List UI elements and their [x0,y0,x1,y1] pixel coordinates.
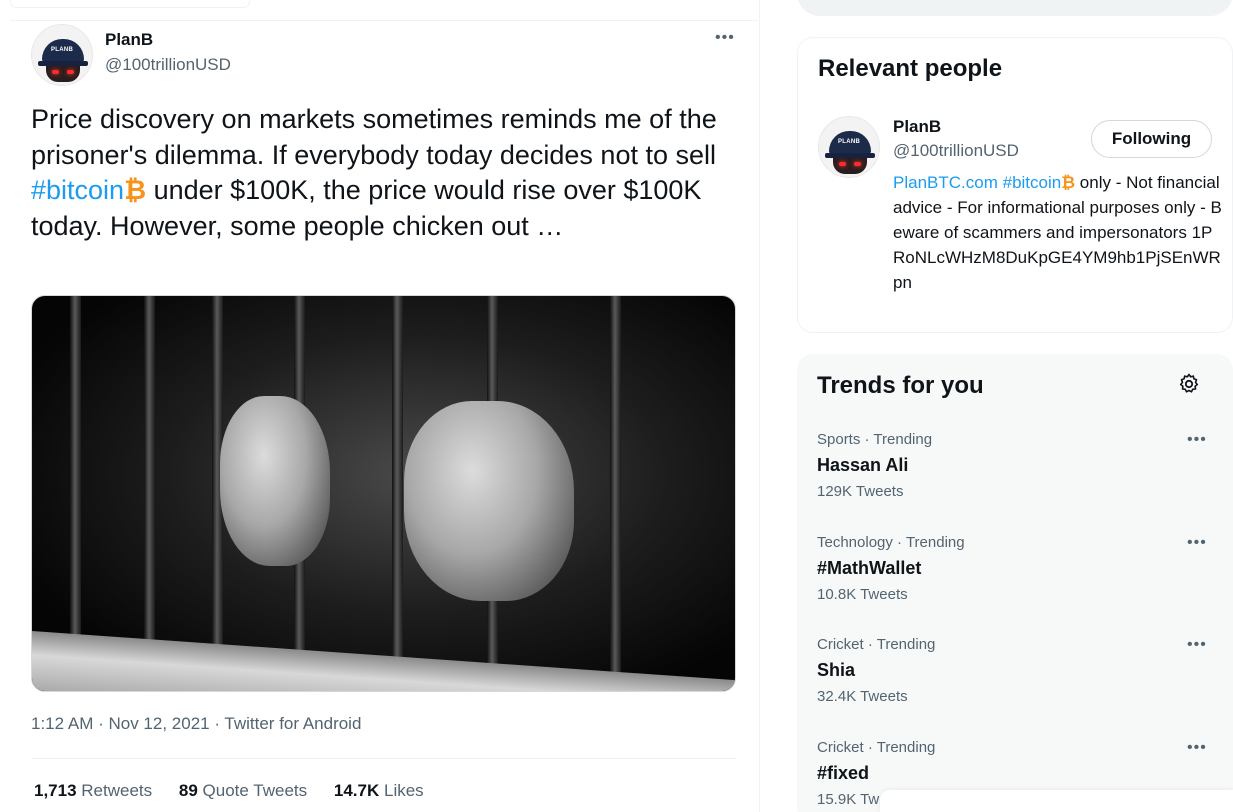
trend-tweet-count: 32.4K Tweets [817,688,908,705]
tweet-stats: 1,713 Retweets 89 Quote Tweets 14.7K Lik… [34,781,446,801]
tweet-text-part1: Price discovery on markets sometimes rem… [31,104,717,170]
relevant-people-card: Relevant people PLANB PlanB @100trillion… [797,37,1233,333]
laser-eye-left [52,70,59,74]
relevant-people-title: Relevant people [818,55,1003,82]
trend-name: #fixed [817,763,870,783]
hashtag-link[interactable]: #bitcoin [31,175,124,205]
prison-bar [144,296,155,691]
tweet-photo-prison-bars[interactable] [31,295,736,692]
trend-category: Cricket · Trending [817,636,936,653]
person-name[interactable]: PlanB [893,117,941,137]
trend-category: Technology · Trending [817,534,965,551]
more-options-icon[interactable]: ••• [715,30,735,46]
laser-eye-right [67,70,74,74]
bitcoin-icon: ₿ [1061,173,1076,192]
likes-count: 14.7K [333,781,380,800]
divider [31,758,737,759]
trend-tweet-count: 15.9K Tw [817,791,880,808]
more-options-icon[interactable]: ••• [1187,740,1207,756]
trend-name: Hassan Ali [817,455,909,475]
bio-website-link[interactable]: PlanBTC.com [893,173,998,192]
left-hand [220,396,330,566]
right-hand [404,401,574,601]
author-avatar[interactable]: PLANB [31,24,93,86]
person-bio: PlanBTC.com #bitcoin₿ only - Not financi… [893,170,1223,295]
cap-logo-text: PLANB [838,139,861,145]
trend-name: #MathWallet [817,558,922,578]
quote-tweets-stat[interactable]: 89 Quote Tweets [179,781,307,800]
trend-tweet-count: 10.8K Tweets [817,586,908,603]
stone-ledge [32,631,735,691]
prison-bar [70,296,81,691]
likes-stat[interactable]: 14.7K Likes [334,781,424,800]
retweets-count: 1,713 [34,781,77,800]
search-bar-edge[interactable] [797,0,1233,16]
tweet-text: Price discovery on markets sometimes rem… [31,102,746,244]
trend-category: Sports · Trending [817,431,933,448]
more-options-icon[interactable]: ••• [1187,432,1207,448]
retweets-stat[interactable]: 1,713 Retweets [34,781,152,800]
trend-item[interactable]: Technology · Trending #MathWallet 10.8K … [797,534,1233,634]
gear-icon[interactable] [1177,372,1201,396]
trend-tweet-count: 129K Tweets [817,483,904,500]
face-shape [833,158,867,174]
retweets-label: Retweets [81,781,153,800]
quote-tweets-count: 89 [178,781,198,800]
prison-bar [610,296,621,691]
trend-item[interactable]: Cricket · Trending Shia 32.4K Tweets ••• [797,636,1233,736]
previous-tweet-edge [10,0,250,8]
bitcoin-icon: ₿ [124,175,147,205]
author-name[interactable]: PlanB [105,30,153,50]
more-options-icon[interactable]: ••• [1187,637,1207,653]
overlapping-popup-edge [880,790,1233,812]
laser-eye-right [854,162,861,166]
likes-label: Likes [383,781,424,800]
trend-name: Shia [817,660,856,680]
person-avatar[interactable]: PLANB [818,116,880,178]
trends-title: Trends for you [817,372,984,399]
following-button[interactable]: Following [1091,120,1212,158]
laser-eye-left [839,162,846,166]
prison-bar [392,296,403,691]
trend-item[interactable]: Sports · Trending Hassan Ali 129K Tweets… [797,431,1233,531]
more-options-icon[interactable]: ••• [1187,535,1207,551]
quote-tweets-label: Quote Tweets [202,781,308,800]
trends-card: Trends for you Sports · Trending Hassan … [797,354,1233,812]
divider [10,20,758,21]
author-handle[interactable]: @100trillionUSD [105,55,231,75]
cap-logo-text: PLANB [51,47,74,53]
tweet-detail-column: PLANB PlanB @100trillionUSD ••• Price di… [0,0,760,812]
trend-category: Cricket · Trending [817,739,936,756]
bio-hashtag-link[interactable]: #bitcoin [1003,173,1062,192]
person-handle[interactable]: @100trillionUSD [893,141,1019,161]
tweet-timestamp[interactable]: 1:12 AM · Nov 12, 2021 · Twitter for And… [31,714,361,734]
face-shape [46,66,80,82]
